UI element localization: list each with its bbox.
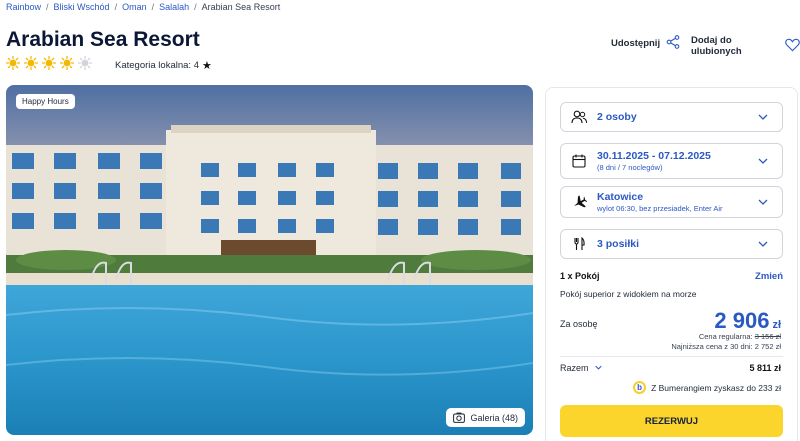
camera-icon xyxy=(453,412,466,423)
dates-selector[interactable]: 30.11.2025 - 07.12.2025 (8 dni / 7 nocle… xyxy=(560,143,783,179)
local-category: Kategoria lokalna: 4 ★ xyxy=(115,59,212,72)
regular-price-value: 3 156 zł xyxy=(754,332,781,341)
chevron-down-icon xyxy=(594,365,602,372)
breadcrumb-current: Arabian Sea Resort xyxy=(201,2,281,12)
sun-rating-icon-filled xyxy=(23,55,39,71)
hotel-photo[interactable]: Happy Hours Galeria (48) xyxy=(6,85,533,435)
bumerang-icon: b xyxy=(633,381,647,394)
departure-selector[interactable]: Katowice wylot 06:30, bez przesiadek, En… xyxy=(560,186,783,218)
bumerang-info: b Z Bumerangiem zyskasz do 233 zł xyxy=(633,381,781,394)
reserve-button[interactable]: REZERWUJ xyxy=(560,405,783,437)
happy-hours-badge: Happy Hours xyxy=(16,94,75,109)
airplane-icon xyxy=(571,194,587,210)
price-per-person: 2 906 zł xyxy=(714,308,781,334)
local-category-label: Kategoria lokalna: 4 xyxy=(115,60,199,71)
price-currency: zł xyxy=(772,319,781,331)
dates-duration: (8 dni / 7 noclegów) xyxy=(597,163,663,172)
chevron-down-icon xyxy=(758,197,774,207)
calendar-icon xyxy=(571,153,587,169)
sun-rating-icon-filled xyxy=(59,55,75,71)
fork-knife-icon xyxy=(571,236,587,252)
share-label: Udostępnij xyxy=(611,38,661,49)
breadcrumb-separator: / xyxy=(194,2,197,12)
hotel-title: Arabian Sea Resort xyxy=(6,28,200,51)
divider xyxy=(560,356,783,357)
total-price: 5 811 zł xyxy=(749,363,781,373)
breadcrumb-separator: / xyxy=(151,2,155,12)
gallery-button[interactable]: Galeria (48) xyxy=(446,408,525,427)
guests-value: 2 osoby xyxy=(597,111,637,123)
gallery-label: Galeria (48) xyxy=(470,412,518,423)
add-to-favorites-button[interactable]: Dodaj do ulubionych xyxy=(691,35,800,57)
regular-price-label: Cena regularna: xyxy=(698,332,753,341)
breadcrumb-separator: / xyxy=(114,2,118,12)
breadcrumb-link-salalah[interactable]: Salalah xyxy=(159,2,189,12)
hotel-photo-illustration xyxy=(6,85,533,435)
booking-panel: 2 osoby 30.11.2025 - 07.12.2025 (8 dni /… xyxy=(545,87,798,441)
chevron-down-icon xyxy=(758,112,774,122)
room-count: 1 x Pokój xyxy=(560,271,600,281)
star-icon: ★ xyxy=(201,60,212,72)
sun-rating-icon-filled xyxy=(41,55,57,71)
price-value: 2 906 xyxy=(714,308,770,333)
chevron-down-icon xyxy=(758,156,774,166)
bumerang-text: Z Bumerangiem zyskasz do 233 zł xyxy=(651,382,781,393)
favorite-label: Dodaj do ulubionych xyxy=(691,35,742,57)
share-icon xyxy=(666,35,680,52)
departure-details: wylot 06:30, bez przesiadek, Enter Air xyxy=(597,204,723,213)
lowest-price-30-days: Najniższa cena z 30 dni: 2 752 zł xyxy=(671,342,781,351)
sun-rating-icon-empty xyxy=(77,55,93,71)
heart-icon xyxy=(785,38,800,55)
total-label: Razem xyxy=(560,363,589,373)
breadcrumb-link-middle-east[interactable]: Bliski Wschód xyxy=(54,2,110,12)
users-icon xyxy=(571,109,587,125)
breadcrumb-separator: / xyxy=(46,2,49,12)
dates-value: 30.11.2025 - 07.12.2025 xyxy=(597,150,711,162)
share-button[interactable]: Udostępnij xyxy=(611,35,680,52)
star-rating xyxy=(5,55,93,71)
per-person-label: Za osobę xyxy=(560,319,598,329)
breadcrumb-link-rainbow[interactable]: Rainbow xyxy=(6,2,41,12)
breadcrumb-link-oman[interactable]: Oman xyxy=(122,2,147,12)
change-room-link[interactable]: Zmień xyxy=(755,271,783,282)
departure-city: Katowice xyxy=(597,191,644,203)
chevron-down-icon xyxy=(758,239,774,249)
room-name: Pokój superior z widokiem na morze xyxy=(560,289,697,299)
sun-rating-icon-filled xyxy=(5,55,21,71)
room-summary: 1 x Pokój Zmień xyxy=(560,271,783,282)
guests-selector[interactable]: 2 osoby xyxy=(560,102,783,132)
meals-value: 3 posiłki xyxy=(597,238,640,250)
regular-price: Cena regularna: 3 156 zł xyxy=(699,332,781,341)
total-toggle[interactable]: Razem xyxy=(560,363,602,373)
meals-selector[interactable]: 3 posiłki xyxy=(560,229,783,259)
breadcrumb: Rainbow / Bliski Wschód / Oman / Salalah… xyxy=(6,2,280,12)
